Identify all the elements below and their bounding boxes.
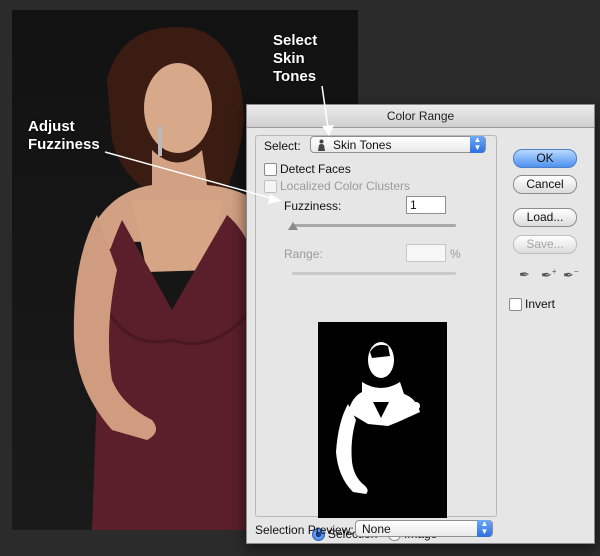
range-label: Range:: [284, 247, 323, 261]
skin-mask-preview: [336, 342, 420, 494]
annotation-adjust-fuzziness: Adjust Fuzziness: [28, 118, 100, 154]
annotation-select-skin-tones: Select Skin Tones: [273, 32, 317, 86]
detect-faces-label: Detect Faces: [280, 162, 351, 176]
person-icon: [318, 139, 325, 151]
annotation-line: Tones: [273, 68, 317, 85]
chevron-updown-icon: ▲ ▼: [477, 520, 492, 537]
color-range-dialog: Color Range Select: Skin Tones ▲ ▼ Detect…: [246, 104, 595, 544]
fuzziness-slider-thumb[interactable]: [288, 222, 298, 230]
annotation-line: Select: [273, 32, 318, 49]
annotation-line: Adjust: [28, 118, 75, 135]
range-slider-track[interactable]: [292, 272, 456, 275]
invert-checkbox[interactable]: [509, 298, 522, 311]
options-group: Select: Skin Tones ▲ ▼ Detect Faces Local…: [255, 135, 497, 541]
range-unit: %: [450, 247, 461, 261]
cancel-button[interactable]: Cancel: [513, 175, 577, 194]
detect-faces-checkbox[interactable]: [264, 163, 277, 176]
localized-clusters-checkbox[interactable]: [264, 180, 277, 193]
localized-clusters-label: Localized Color Clusters: [280, 179, 411, 193]
select-label: Select:: [264, 139, 301, 153]
chevron-updown-icon: ▲ ▼: [470, 136, 485, 153]
select-value: Skin Tones: [333, 138, 392, 152]
fuzziness-slider-track[interactable]: [292, 224, 456, 227]
fuzziness-input[interactable]: 1: [406, 196, 446, 214]
selection-preview-image: [318, 322, 447, 518]
range-input[interactable]: [406, 244, 446, 262]
selection-preview-value: None: [362, 522, 391, 536]
dialog-title: Color Range: [247, 105, 594, 128]
save-button[interactable]: Save...: [513, 235, 577, 254]
selection-preview-dropdown[interactable]: None ▲ ▼: [355, 520, 493, 537]
invert-label: Invert: [525, 297, 556, 311]
annotation-line: Fuzziness: [28, 136, 100, 153]
eyedropper-icon[interactable]: ✒: [519, 267, 530, 283]
annotation-line: Skin: [273, 50, 305, 67]
eyedropper-minus-icon[interactable]: ✒−: [563, 267, 579, 283]
eyedropper-plus-icon[interactable]: ✒+: [541, 267, 557, 283]
load-button[interactable]: Load...: [513, 208, 577, 227]
select-dropdown[interactable]: Skin Tones ▲ ▼: [310, 136, 486, 153]
fuzziness-label: Fuzziness:: [284, 199, 342, 213]
selection-preview-label: Selection Preview:: [255, 523, 354, 537]
ok-button[interactable]: OK: [513, 149, 577, 168]
